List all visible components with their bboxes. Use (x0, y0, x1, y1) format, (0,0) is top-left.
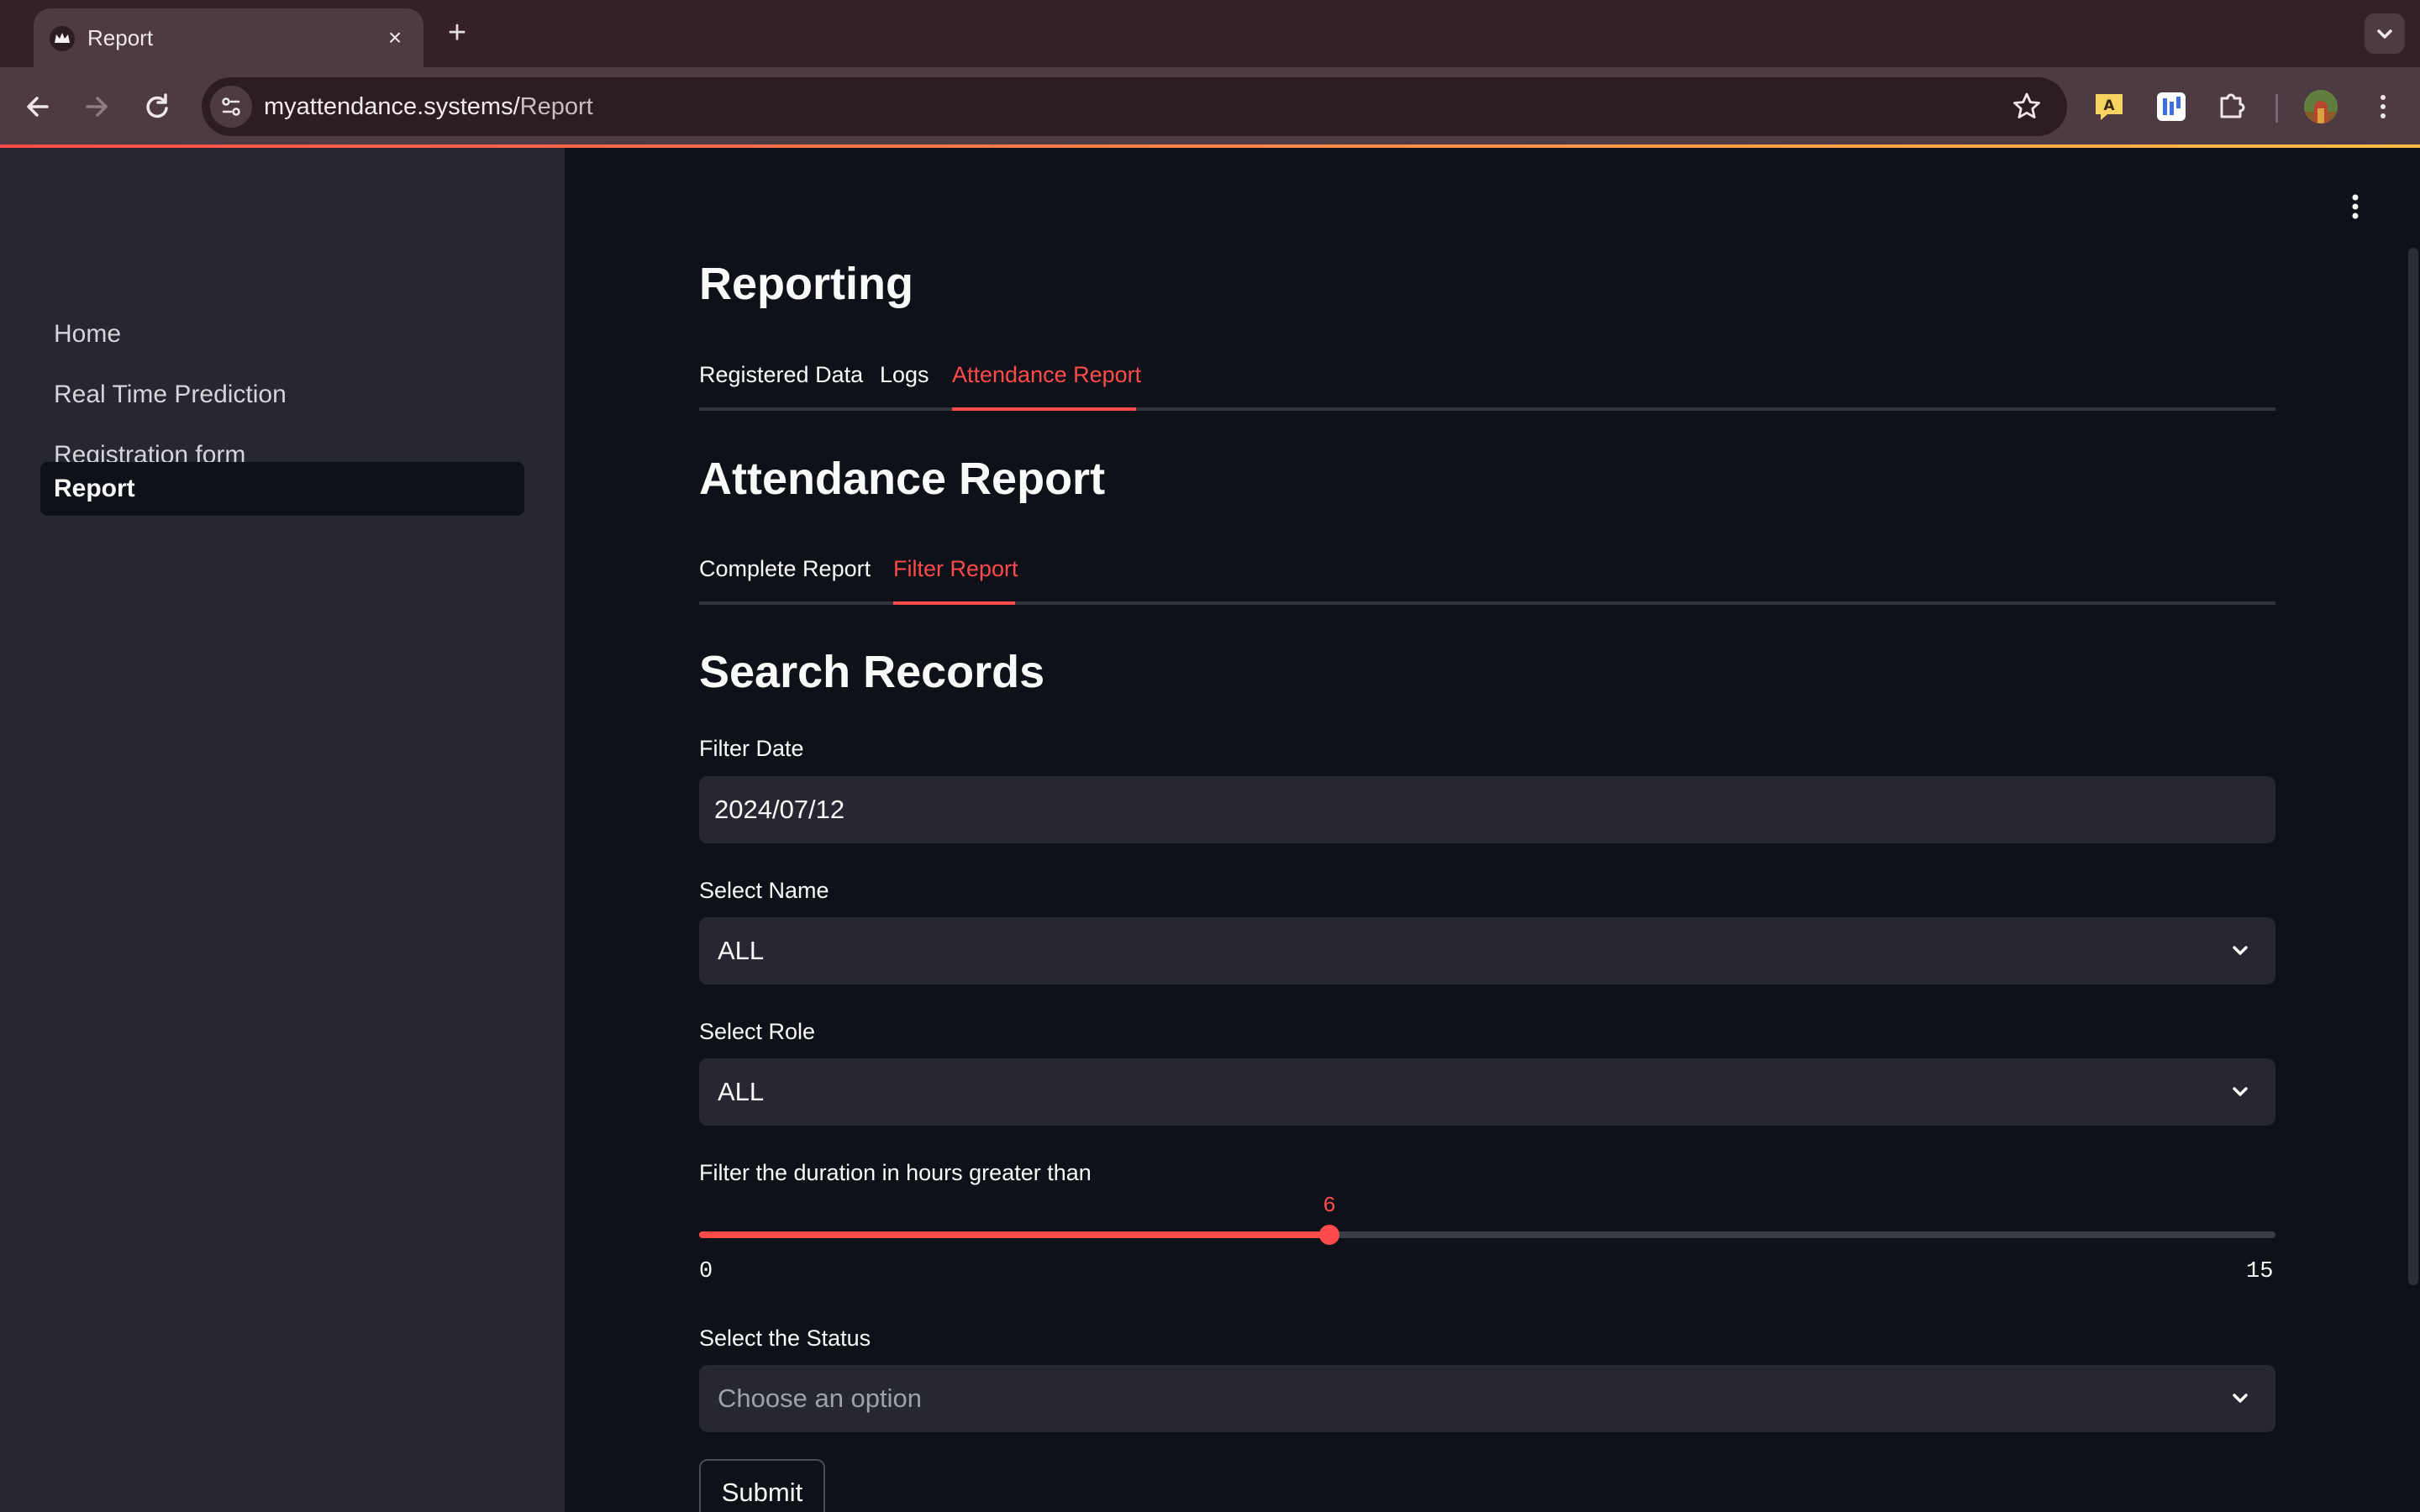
filter-date-label: Filter Date (699, 736, 804, 761)
tab-complete-report[interactable]: Complete Report (699, 554, 871, 583)
chevron-down-icon (2233, 1394, 2248, 1403)
sidebar: Home Real Time Prediction Registration f… (0, 148, 565, 1512)
url-text[interactable]: myattendance.systems/Report (264, 92, 593, 122)
select-name-label: Select Name (699, 878, 829, 903)
site-info-icon (222, 97, 240, 116)
forward-icon[interactable] (76, 86, 118, 128)
scrollbar[interactable] (2408, 248, 2418, 1285)
chevron-down-icon (2233, 946, 2248, 955)
chevron-down-icon (2377, 29, 2392, 39)
page-title: Reporting (699, 259, 913, 309)
slider-thumb[interactable] (1319, 1225, 1339, 1245)
tab-logs[interactable]: Logs (880, 360, 929, 389)
tab-registered-data[interactable]: Registered Data (699, 360, 863, 389)
chevron-down-icon (2233, 1087, 2248, 1096)
slider-min-label: 0 (699, 1259, 713, 1284)
slider-max-label: 15 (2246, 1259, 2274, 1284)
select-role-dropdown[interactable]: ALL (699, 1058, 2275, 1126)
browser-tab[interactable]: Report × (34, 8, 424, 67)
extension-app-icon[interactable] (2151, 87, 2191, 127)
select-name-dropdown[interactable]: ALL (699, 917, 2275, 984)
main-menu-icon[interactable] (2343, 192, 2368, 222)
tab-search-button[interactable] (2365, 13, 2405, 54)
tab-title: Report (87, 25, 154, 50)
select-status-label: Select the Status (699, 1326, 871, 1351)
tab-active-indicator (952, 407, 1136, 411)
filter-date-value: 2024/07/12 (714, 795, 845, 824)
tabs-border (699, 407, 2275, 411)
duration-slider[interactable] (699, 1225, 2275, 1245)
plus-icon[interactable]: + (440, 17, 474, 50)
tab-attendance-report[interactable]: Attendance Report (952, 360, 1141, 389)
site-info-button[interactable] (210, 86, 252, 128)
tab-filter-report[interactable]: Filter Report (893, 554, 1018, 583)
sidebar-item-home[interactable]: Home (40, 307, 524, 361)
puzzle-icon[interactable] (2212, 87, 2252, 127)
star-icon[interactable] (2010, 90, 2044, 123)
avatar-image (2304, 90, 2338, 123)
svg-text:A: A (2103, 97, 2115, 114)
streamlit-crown-icon (50, 26, 75, 51)
reload-icon[interactable] (136, 86, 178, 128)
address-bar[interactable]: myattendance.systems/Report (202, 77, 2067, 136)
select-status-placeholder: Choose an option (718, 1383, 923, 1413)
subtab-active-indicator (893, 601, 1015, 605)
select-role-value: ALL (718, 1077, 765, 1106)
browser-tabstrip: Report × + (0, 0, 2420, 67)
extension-translate-icon[interactable]: A (2089, 87, 2129, 127)
duration-slider-label: Filter the duration in hours greater tha… (699, 1160, 1092, 1185)
filter-date-input[interactable]: 2024/07/12 (699, 776, 2275, 843)
browser-toolbar: myattendance.systems/Report A (0, 67, 2420, 147)
select-status-dropdown[interactable]: Choose an option (699, 1365, 2275, 1432)
slider-current-value: 6 (1323, 1193, 1336, 1218)
submit-button[interactable]: Submit (699, 1459, 825, 1512)
sidebar-item-label: Real Time Prediction (54, 381, 287, 408)
sidebar-item-real-time-prediction[interactable]: Real Time Prediction (40, 368, 524, 422)
select-role-label: Select Role (699, 1019, 816, 1044)
url-host: myattendance.systems/ (264, 93, 520, 120)
sidebar-item-label: Home (54, 320, 122, 348)
close-icon[interactable]: × (380, 23, 410, 53)
url-path: Report (519, 93, 593, 120)
select-name-value: ALL (718, 936, 765, 965)
section-title: Attendance Report (699, 454, 1106, 504)
sidebar-item-report[interactable]: Report (40, 462, 524, 516)
sidebar-item-label: Report (54, 475, 135, 502)
form-title: Search Records (699, 647, 1045, 697)
toolbar-divider (2275, 94, 2278, 123)
slider-fill (699, 1231, 1329, 1238)
menu-icon[interactable] (2363, 87, 2403, 127)
back-icon[interactable] (17, 86, 59, 128)
profile-avatar[interactable] (2304, 90, 2338, 123)
